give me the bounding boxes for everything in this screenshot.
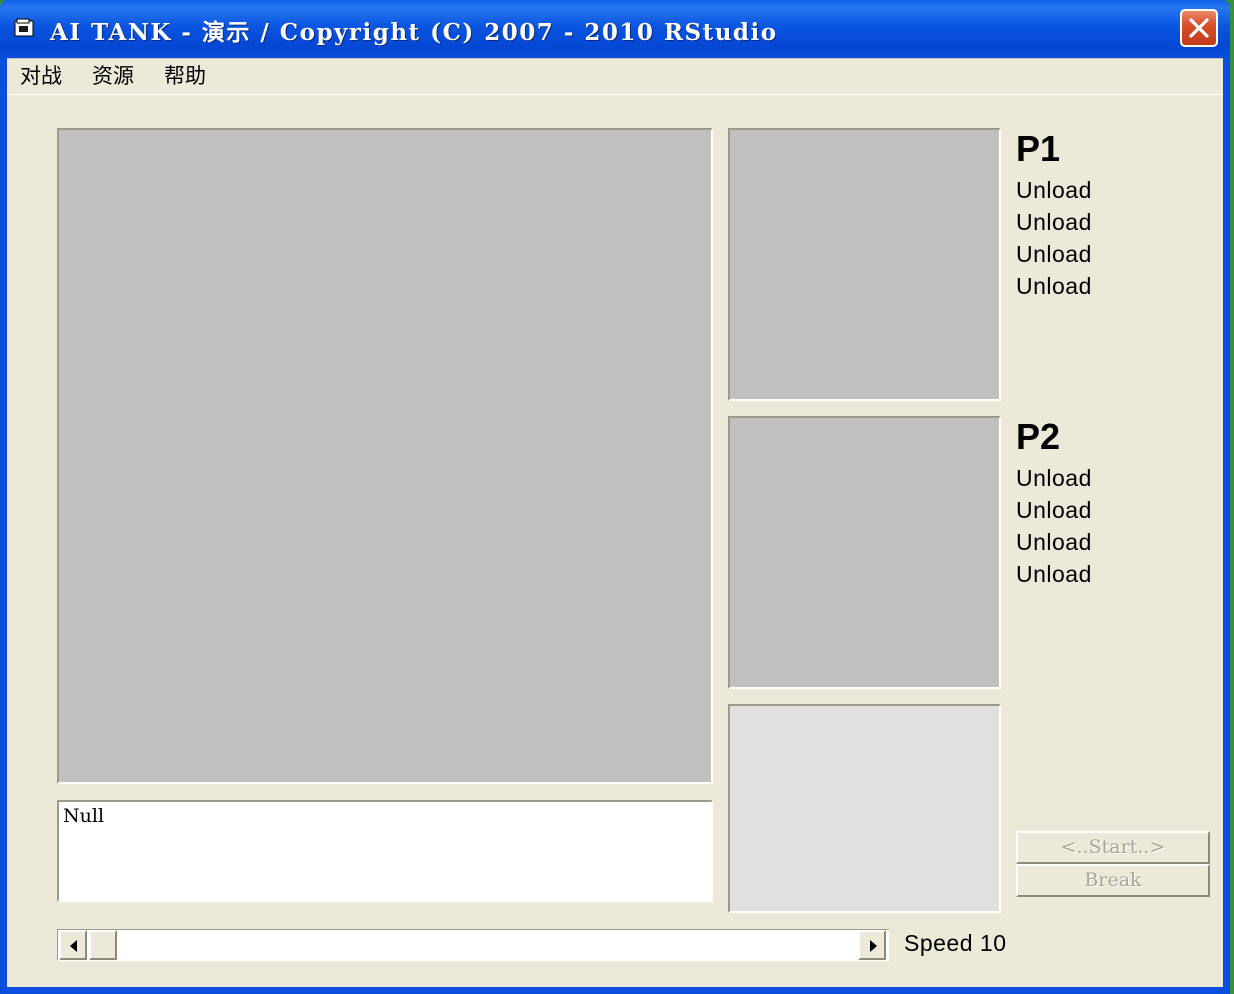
battlefield-panel[interactable] bbox=[57, 128, 713, 784]
p1-preview-panel bbox=[728, 128, 1001, 401]
client-area: 对战 资源 帮助 Null P1 Unload Unload Unload Un… bbox=[7, 58, 1223, 987]
log-output[interactable]: Null bbox=[57, 800, 713, 902]
info-panel bbox=[728, 704, 1001, 913]
close-icon bbox=[1189, 18, 1209, 38]
window-title: AI TANK - 演示 / Copyright (C) 2007 - 2010… bbox=[50, 19, 778, 46]
p2-slot-1: Unload bbox=[1016, 465, 1092, 491]
start-button[interactable]: <..Start..> bbox=[1016, 831, 1210, 864]
window-bottom-border bbox=[0, 987, 1230, 994]
speed-scrollbar[interactable] bbox=[57, 929, 889, 961]
p2-slot-2: Unload bbox=[1016, 497, 1092, 523]
menu-item-resources[interactable]: 资源 bbox=[87, 62, 139, 90]
p1-slot-1: Unload bbox=[1016, 177, 1092, 203]
speed-readout: Speed 10 bbox=[904, 930, 1007, 957]
log-text: Null bbox=[63, 805, 105, 827]
p2-slot-4: Unload bbox=[1016, 561, 1092, 587]
p1-slot-2: Unload bbox=[1016, 209, 1092, 235]
break-button[interactable]: Break bbox=[1016, 864, 1210, 897]
menu-bar: 对战 资源 帮助 bbox=[7, 58, 1223, 95]
speed-label: Speed bbox=[904, 930, 974, 956]
arrow-left-icon bbox=[70, 940, 77, 952]
speed-value: 10 bbox=[979, 930, 1007, 956]
p2-preview-panel bbox=[728, 416, 1001, 689]
p1-slot-4: Unload bbox=[1016, 273, 1092, 299]
p1-title: P1 bbox=[1016, 128, 1061, 169]
p2-slot-3: Unload bbox=[1016, 529, 1092, 555]
scroll-right-button[interactable] bbox=[858, 930, 886, 960]
title-bar[interactable]: AI TANK - 演示 / Copyright (C) 2007 - 2010… bbox=[0, 0, 1230, 58]
menu-item-help[interactable]: 帮助 bbox=[159, 62, 211, 90]
scroll-left-button[interactable] bbox=[59, 930, 87, 960]
menu-item-battle[interactable]: 对战 bbox=[15, 62, 67, 90]
app-window-icon bbox=[14, 18, 34, 37]
p2-title: P2 bbox=[1016, 416, 1061, 457]
p1-slot-3: Unload bbox=[1016, 241, 1092, 267]
arrow-right-icon bbox=[870, 940, 877, 952]
app-window: AI TANK - 演示 / Copyright (C) 2007 - 2010… bbox=[0, 0, 1230, 994]
close-button[interactable] bbox=[1180, 9, 1218, 47]
scroll-thumb[interactable] bbox=[89, 930, 117, 960]
